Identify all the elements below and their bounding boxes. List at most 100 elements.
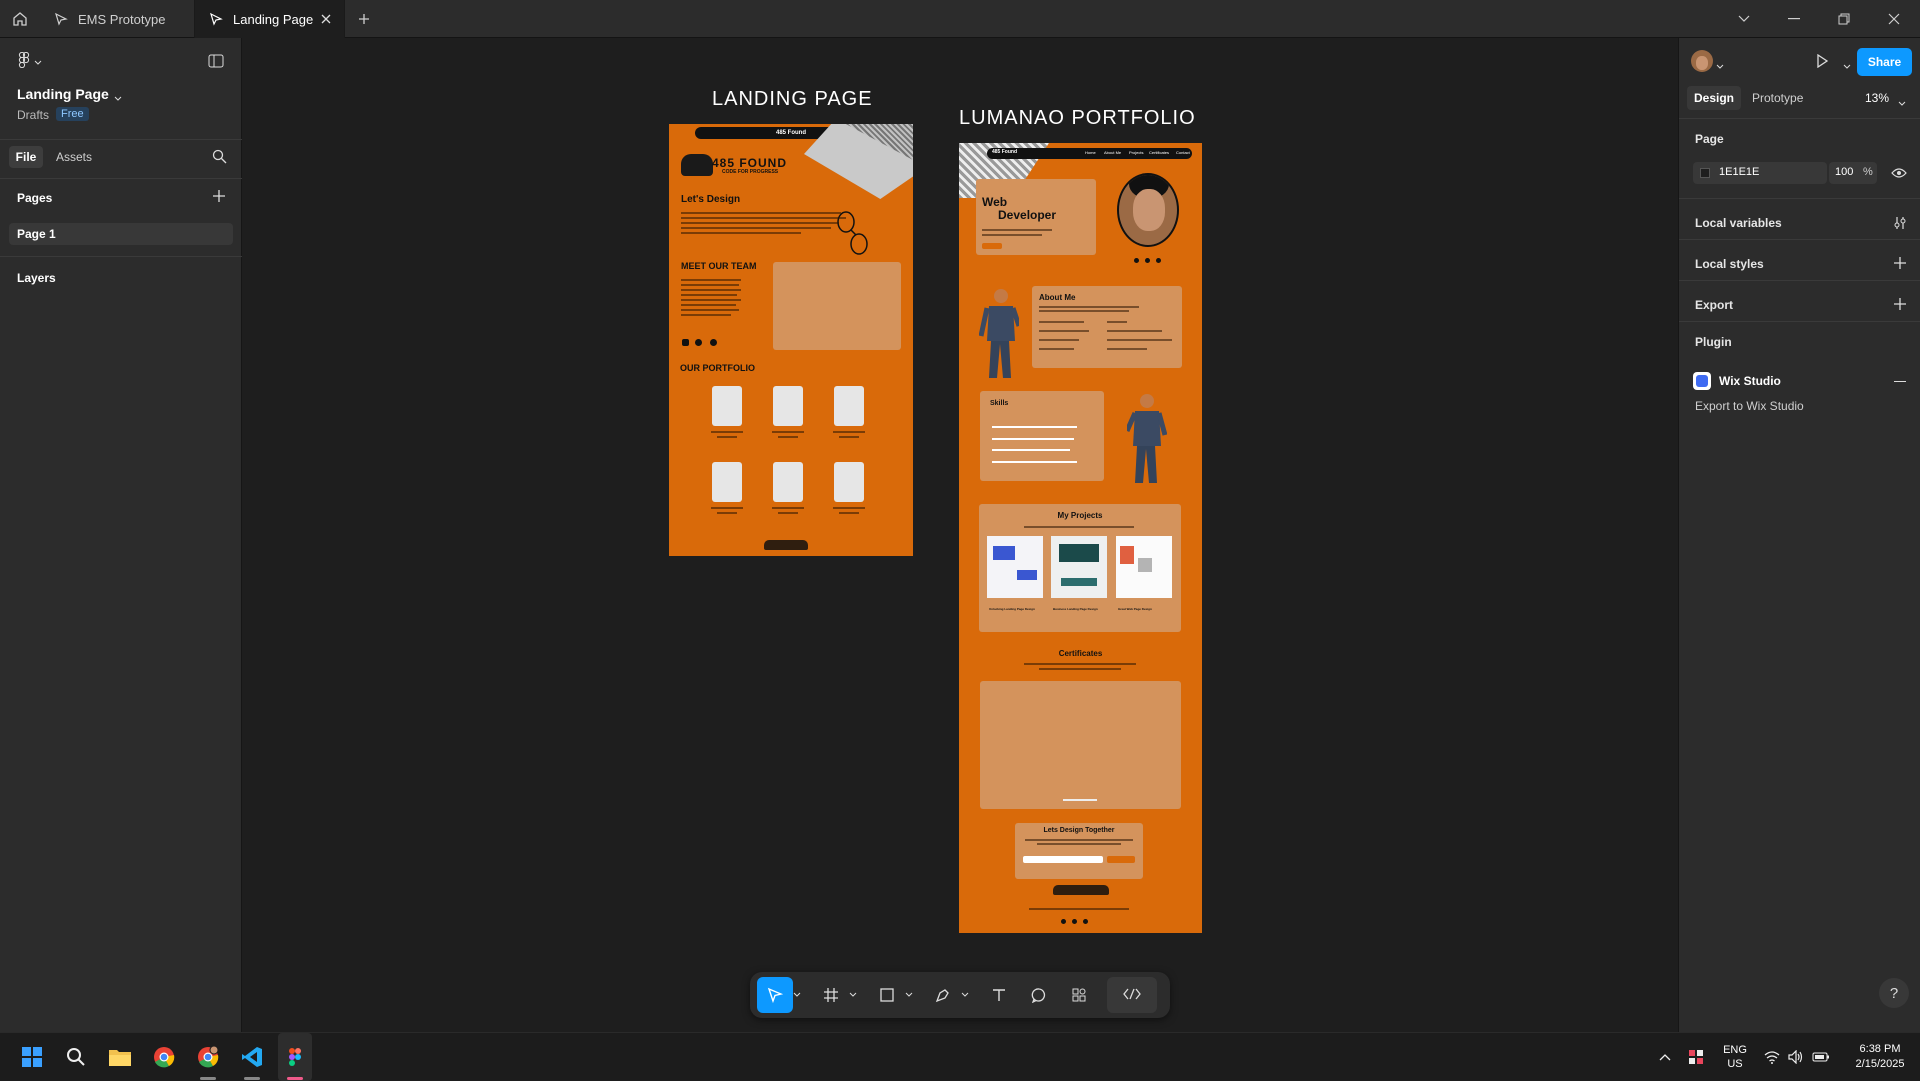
search-icon[interactable] bbox=[60, 1033, 92, 1081]
nav-link: Projects bbox=[1129, 150, 1144, 155]
plugin-action[interactable]: Export to Wix Studio bbox=[1695, 399, 1804, 413]
rectangle-tool-icon[interactable] bbox=[869, 977, 905, 1013]
add-style-icon[interactable] bbox=[1894, 257, 1906, 272]
prototype-icon bbox=[54, 12, 68, 26]
main-menu-button[interactable] bbox=[18, 51, 42, 71]
avatar[interactable] bbox=[1691, 50, 1713, 72]
project-thumbnail bbox=[987, 536, 1043, 598]
add-export-icon[interactable] bbox=[1894, 298, 1906, 313]
projects-heading: My Projects bbox=[1057, 511, 1103, 520]
color-swatch[interactable] bbox=[1700, 168, 1710, 178]
portfolio-nav: 485 Found Home About Me Projects Certifi… bbox=[987, 148, 1192, 159]
move-tool-button[interactable] bbox=[757, 977, 793, 1013]
add-page-icon[interactable] bbox=[213, 190, 225, 205]
chevron-down-icon[interactable] bbox=[1720, 0, 1768, 38]
clock[interactable]: 6:38 PM 2/15/2025 bbox=[1846, 1042, 1914, 1072]
new-tab-button[interactable] bbox=[354, 9, 374, 29]
divider bbox=[0, 139, 242, 140]
windows-start-icon[interactable] bbox=[16, 1033, 48, 1081]
dev-mode-toggle[interactable] bbox=[1107, 977, 1157, 1013]
chrome-profile-icon[interactable] bbox=[192, 1033, 224, 1081]
pen-tool-icon[interactable] bbox=[925, 977, 961, 1013]
home-icon[interactable] bbox=[0, 0, 40, 38]
comment-tool-icon[interactable] bbox=[1021, 977, 1057, 1013]
nav-brand: 485 Found bbox=[992, 149, 1018, 155]
minimize-button[interactable] bbox=[1770, 0, 1818, 38]
right-panel: Share Design Prototype 13% Page 1E1E1E 1… bbox=[1678, 38, 1920, 1032]
vscode-icon[interactable] bbox=[236, 1033, 268, 1081]
canvas[interactable]: LANDING PAGE 485 Found 485 FOUND CODE FO… bbox=[242, 38, 1678, 1032]
chevron-down-icon[interactable] bbox=[1898, 95, 1906, 110]
share-button[interactable]: Share bbox=[1857, 48, 1912, 76]
close-icon[interactable] bbox=[318, 11, 334, 27]
figma-app-icon[interactable] bbox=[278, 1033, 312, 1081]
chevron-down-icon[interactable] bbox=[114, 90, 122, 105]
social-icon bbox=[710, 339, 717, 346]
title-bar: EMS Prototype Landing Page bbox=[0, 0, 1920, 38]
chevron-down-icon[interactable] bbox=[959, 977, 971, 1013]
chrome-icon[interactable] bbox=[148, 1033, 180, 1081]
character-illustration bbox=[1124, 391, 1168, 486]
tab-design[interactable]: Design bbox=[1687, 86, 1741, 110]
tab-prototype[interactable]: Prototype bbox=[1752, 91, 1803, 105]
landing-page-frame[interactable]: 485 Found 485 FOUND CODE FOR PROGRESS Le… bbox=[669, 124, 913, 566]
tab-assets[interactable]: Assets bbox=[56, 150, 92, 164]
page-opacity-value[interactable]: 100 bbox=[1835, 166, 1853, 178]
export[interactable]: Export bbox=[1695, 298, 1733, 312]
close-window-button[interactable] bbox=[1870, 0, 1918, 38]
tab-label: EMS Prototype bbox=[78, 11, 166, 27]
help-button[interactable]: ? bbox=[1879, 978, 1909, 1008]
sidebar-toggle-icon[interactable] bbox=[208, 54, 224, 71]
file-location[interactable]: Drafts bbox=[17, 108, 49, 122]
chevron-down-icon[interactable] bbox=[903, 977, 915, 1013]
portfolio-frame[interactable]: 485 Found Home About Me Projects Certifi… bbox=[959, 143, 1202, 945]
wifi-icon[interactable] bbox=[1762, 1033, 1782, 1081]
tab-landing-page[interactable]: Landing Page bbox=[195, 0, 345, 38]
portfolio-footer bbox=[959, 933, 1202, 945]
landing-heading: Let's Design bbox=[681, 194, 741, 205]
tab-file[interactable]: File bbox=[9, 146, 43, 168]
language-indicator[interactable]: ENG US bbox=[1718, 1043, 1752, 1071]
text-tool-icon[interactable] bbox=[981, 977, 1017, 1013]
volume-icon[interactable] bbox=[1786, 1033, 1806, 1081]
collapse-icon[interactable] bbox=[1894, 381, 1906, 383]
plan-badge[interactable]: Free bbox=[56, 107, 89, 121]
zoom-level[interactable]: 13% bbox=[1865, 91, 1889, 105]
frame-tool-icon[interactable] bbox=[813, 977, 849, 1013]
frame-title-portfolio[interactable]: LUMANAO PORTFOLIO bbox=[959, 107, 1196, 130]
project-thumbnail bbox=[1051, 536, 1107, 598]
variables-icon[interactable] bbox=[1893, 216, 1907, 233]
restore-button[interactable] bbox=[1820, 0, 1868, 38]
chevron-down-icon[interactable] bbox=[791, 977, 803, 1013]
code-icon bbox=[1123, 988, 1141, 1003]
page-item-label: Page 1 bbox=[17, 227, 56, 241]
plugin-name[interactable]: Wix Studio bbox=[1719, 374, 1781, 388]
chevron-down-icon[interactable] bbox=[1716, 58, 1724, 73]
actions-icon[interactable] bbox=[1061, 977, 1097, 1013]
page-color-value[interactable]: 1E1E1E bbox=[1719, 166, 1759, 178]
social-icon bbox=[1134, 258, 1139, 263]
toolbar bbox=[750, 972, 1170, 1018]
present-icon[interactable] bbox=[1815, 53, 1829, 71]
local-styles[interactable]: Local styles bbox=[1695, 257, 1764, 271]
certificates-heading: Certificates bbox=[1058, 649, 1103, 658]
chevron-up-icon[interactable] bbox=[1655, 1033, 1675, 1081]
page-item[interactable]: Page 1 bbox=[9, 223, 233, 245]
page-opacity-field[interactable]: 100 % bbox=[1829, 162, 1877, 184]
file-name[interactable]: Landing Page bbox=[17, 86, 109, 102]
projects-card: My Projects Unlocking Landing Page Desig… bbox=[979, 504, 1181, 632]
search-icon[interactable] bbox=[212, 149, 227, 167]
social-icon bbox=[1061, 919, 1066, 924]
page-color-field[interactable]: 1E1E1E bbox=[1693, 162, 1827, 184]
chevron-down-icon[interactable] bbox=[1843, 58, 1851, 73]
tab-ems-prototype[interactable]: EMS Prototype bbox=[40, 0, 195, 38]
app-tray-icon[interactable] bbox=[1685, 1033, 1707, 1081]
chevron-down-icon[interactable] bbox=[847, 977, 859, 1013]
file-explorer-icon[interactable] bbox=[104, 1033, 136, 1081]
portfolio-card bbox=[773, 462, 803, 502]
battery-icon[interactable] bbox=[1810, 1033, 1832, 1081]
local-variables[interactable]: Local variables bbox=[1695, 216, 1782, 230]
divider bbox=[0, 256, 242, 257]
eye-icon[interactable] bbox=[1891, 167, 1907, 182]
frame-title-landing[interactable]: LANDING PAGE bbox=[712, 88, 873, 111]
